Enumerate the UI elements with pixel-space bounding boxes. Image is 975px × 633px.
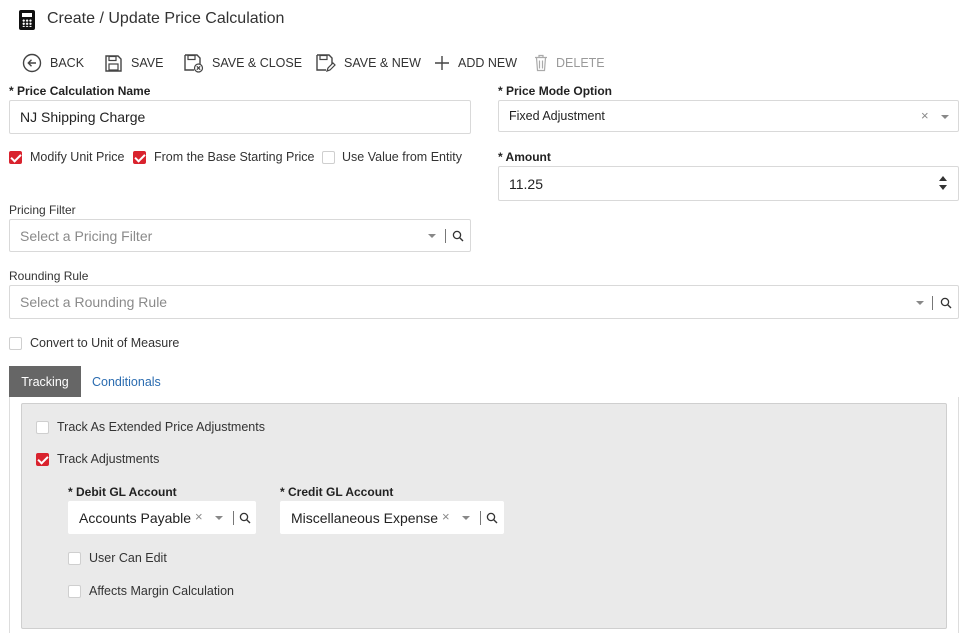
search-icon[interactable]	[452, 230, 464, 242]
spin-up-icon[interactable]	[939, 176, 947, 181]
credit-gl-select[interactable]: Miscellaneous Expense ×	[280, 501, 504, 534]
track-adjustments-label: Track Adjustments	[57, 452, 160, 466]
from-base-price-label: From the Base Starting Price	[154, 150, 315, 164]
track-adjustments-checkbox[interactable]	[36, 453, 49, 466]
back-label: BACK	[50, 56, 85, 70]
save-close-button[interactable]: SAVE & CLOSE	[183, 52, 302, 74]
add-new-button[interactable]: ADD NEW	[434, 52, 517, 74]
chevron-down-icon[interactable]	[941, 115, 949, 119]
chevron-down-icon[interactable]	[462, 516, 470, 520]
user-can-edit-label: User Can Edit	[89, 551, 167, 565]
search-icon[interactable]	[940, 297, 952, 309]
credit-gl-label: * Credit GL Account	[280, 485, 394, 499]
debit-gl-value: Accounts Payable	[79, 509, 192, 526]
from-base-price-checkbox[interactable]	[133, 151, 146, 164]
convert-uom-label: Convert to Unit of Measure	[30, 336, 180, 350]
price-calc-name-input[interactable]: NJ Shipping Charge	[9, 100, 471, 134]
divider	[480, 511, 481, 525]
search-icon[interactable]	[239, 512, 251, 524]
back-arrow-icon	[22, 53, 42, 73]
page-title: Create / Update Price Calculation	[47, 10, 285, 27]
price-mode-select[interactable]: Fixed Adjustment ×	[498, 100, 959, 132]
search-icon[interactable]	[486, 512, 498, 524]
divider	[932, 296, 933, 310]
delete-button[interactable]: DELETE	[534, 52, 605, 74]
amount-value: 11.25	[509, 175, 543, 192]
user-can-edit-checkbox[interactable]	[68, 552, 81, 565]
rounding-rule-select[interactable]: Select a Rounding Rule	[9, 285, 959, 319]
track-extended-checkbox[interactable]	[36, 421, 49, 434]
save-label: SAVE	[131, 56, 164, 70]
calculator-icon	[19, 10, 35, 30]
price-mode-value: Fixed Adjustment	[509, 109, 605, 123]
rounding-rule-label: Rounding Rule	[9, 269, 89, 283]
plus-icon	[435, 56, 449, 70]
track-extended-label: Track As Extended Price Adjustments	[57, 420, 265, 434]
save-new-button[interactable]: SAVE & NEW	[315, 52, 421, 74]
modify-unit-price-checkbox[interactable]	[9, 151, 22, 164]
affects-margin-checkbox[interactable]	[68, 585, 81, 598]
spin-down-icon[interactable]	[939, 185, 947, 190]
pricing-filter-select[interactable]: Select a Pricing Filter	[9, 219, 471, 252]
divider	[233, 511, 234, 525]
credit-gl-value: Miscellaneous Expense	[291, 509, 439, 526]
delete-label: DELETE	[556, 56, 605, 70]
floppy-disk-icon	[105, 54, 122, 72]
tab-conditionals[interactable]: Conditionals	[92, 366, 161, 397]
add-new-label: ADD NEW	[458, 56, 518, 70]
convert-uom-checkbox[interactable]	[9, 337, 22, 350]
price-calc-name-label: * Price Calculation Name	[9, 84, 151, 98]
floppy-new-icon	[316, 54, 336, 72]
save-button[interactable]: SAVE	[104, 52, 163, 74]
use-value-entity-checkbox[interactable]	[322, 151, 335, 164]
amount-input[interactable]: 11.25	[498, 166, 959, 201]
clear-icon[interactable]: ×	[195, 510, 203, 523]
chevron-down-icon[interactable]	[215, 516, 223, 520]
modify-unit-price-label: Modify Unit Price	[30, 150, 125, 164]
use-value-entity-label: Use Value from Entity	[342, 150, 462, 164]
chevron-down-icon[interactable]	[916, 301, 924, 305]
back-button[interactable]: BACK	[22, 52, 84, 74]
debit-gl-label: * Debit GL Account	[68, 485, 177, 499]
affects-margin-label: Affects Margin Calculation	[89, 584, 234, 598]
debit-gl-select[interactable]: Accounts Payable ×	[68, 501, 256, 534]
clear-icon[interactable]: ×	[921, 109, 929, 122]
divider	[445, 229, 446, 243]
floppy-close-icon	[184, 54, 204, 73]
clear-icon[interactable]: ×	[442, 510, 450, 523]
price-calc-name-value: NJ Shipping Charge	[20, 109, 146, 125]
rounding-rule-placeholder: Select a Rounding Rule	[20, 294, 168, 310]
save-close-label: SAVE & CLOSE	[212, 56, 303, 70]
save-new-label: SAVE & NEW	[344, 56, 421, 70]
pricing-filter-placeholder: Select a Pricing Filter	[20, 227, 153, 244]
amount-label: * Amount	[498, 150, 551, 164]
chevron-down-icon[interactable]	[428, 234, 436, 238]
pricing-filter-label: Pricing Filter	[9, 203, 76, 217]
price-mode-label: * Price Mode Option	[498, 84, 613, 98]
tab-tracking[interactable]: Tracking	[9, 366, 81, 397]
trash-icon	[535, 54, 547, 72]
